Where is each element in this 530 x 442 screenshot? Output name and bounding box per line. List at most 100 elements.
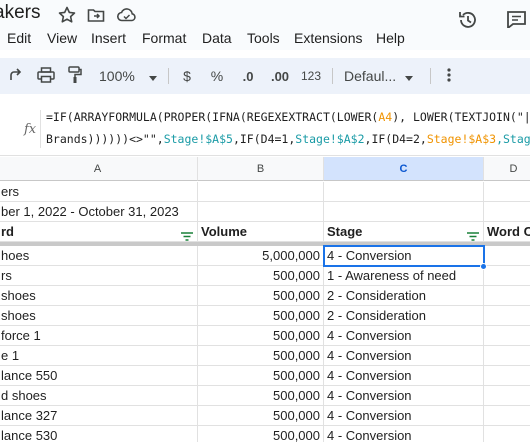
toolbar-divider — [430, 68, 431, 84]
currency-format-button[interactable]: $ — [178, 58, 196, 94]
cell-d[interactable] — [484, 366, 530, 386]
cell-a[interactable]: ber 1, 2022 - October 31, 2023 — [0, 202, 198, 222]
zoom-select[interactable]: 100% — [94, 58, 160, 94]
menu-extensions[interactable]: Extensions — [294, 30, 362, 46]
cell-c[interactable] — [324, 202, 484, 222]
filter-icon[interactable] — [181, 227, 193, 241]
cell-b[interactable] — [198, 182, 324, 202]
cell-b[interactable]: 500,000 — [198, 286, 324, 306]
cell-a[interactable]: hoes — [0, 246, 198, 266]
cell-b[interactable]: 500,000 — [198, 266, 324, 286]
cell-a[interactable]: ers — [0, 182, 198, 202]
move-to-folder-icon[interactable] — [86, 5, 108, 27]
cell-text: 4 - Conversion — [327, 428, 412, 442]
menu-insert[interactable]: Insert — [91, 30, 126, 46]
cell-text: 500,000 — [273, 388, 320, 403]
cell-a[interactable]: lance 550 — [0, 366, 198, 386]
print-icon — [37, 66, 55, 86]
cell-c[interactable]: 2 - Consideration — [324, 306, 484, 326]
cell-d[interactable] — [484, 286, 530, 306]
menu-format[interactable]: Format — [142, 30, 186, 46]
cell-c[interactable] — [324, 182, 484, 202]
cell-text: 500,000 — [273, 428, 320, 442]
fill-handle[interactable] — [480, 263, 487, 270]
cell-c[interactable]: 4 - Conversion — [324, 426, 484, 442]
cell-a[interactable]: shoes — [0, 306, 198, 326]
cell-text: 4 - Conversion — [327, 368, 412, 383]
cell-a[interactable]: shoes — [0, 286, 198, 306]
cell-text: 500,000 — [273, 328, 320, 343]
zoom-value: 100% — [99, 68, 135, 84]
cell-b[interactable]: 500,000 — [198, 346, 324, 366]
cell-c[interactable]: 1 - Awareness of need — [324, 266, 484, 286]
header-cell-c[interactable]: Stage — [324, 222, 484, 242]
cell-b[interactable]: 500,000 — [198, 386, 324, 406]
cell-text: Stage — [327, 224, 363, 239]
cell-d[interactable] — [484, 426, 530, 442]
cell-c[interactable]: 4 - Conversion — [324, 406, 484, 426]
cell-c[interactable]: 4 - Conversion — [324, 386, 484, 406]
cell-d[interactable] — [484, 182, 530, 202]
header-cell-a[interactable]: rd — [0, 222, 198, 242]
cell-b[interactable]: 500,000 — [198, 306, 324, 326]
spreadsheet-grid[interactable]: A B C D ers ber 1, 2022 - October 31, 202… — [0, 157, 530, 442]
header-cell-b[interactable]: Volume — [198, 222, 324, 242]
header-cell-d[interactable]: Word C — [484, 222, 530, 242]
column-header-d[interactable]: D — [484, 157, 530, 181]
cell-d[interactable] — [484, 346, 530, 366]
redo-button[interactable] — [4, 58, 26, 94]
cell-b[interactable]: 5,000,000 — [198, 246, 324, 266]
menu-view[interactable]: View — [47, 30, 77, 46]
cell-d[interactable] — [484, 406, 530, 426]
cell-a[interactable]: force 1 — [0, 326, 198, 346]
cell-b[interactable]: 500,000 — [198, 406, 324, 426]
cell-b[interactable]: 500,000 — [198, 366, 324, 386]
cell-c[interactable]: 2 - Consideration — [324, 286, 484, 306]
percent-format-button[interactable]: % — [207, 58, 227, 94]
decrease-decimal-button[interactable]: .0 — [236, 58, 260, 94]
cell-a[interactable]: lance 327 — [0, 406, 198, 426]
cell-b[interactable]: 500,000 — [198, 426, 324, 442]
formula-input-line-2[interactable]: Brands))))))<>"",Stage!$A$5,IF(D4=1,Stag… — [46, 132, 530, 146]
more-options-button[interactable] — [440, 58, 458, 94]
star-icon[interactable] — [57, 5, 79, 27]
cloud-status-icon[interactable] — [116, 5, 138, 27]
cell-a[interactable]: rs — [0, 266, 198, 286]
cell-b[interactable] — [198, 202, 324, 222]
cell-text: lance 550 — [1, 368, 58, 383]
menu-data[interactable]: Data — [202, 30, 232, 46]
title-bar: akers — [0, 0, 530, 30]
cell-d[interactable] — [484, 202, 530, 222]
cell-a[interactable]: e 1 — [0, 346, 198, 366]
cell-b[interactable]: 500,000 — [198, 326, 324, 346]
cell-text: Word C — [487, 224, 530, 239]
freeze-divider[interactable] — [0, 242, 530, 246]
column-header-c[interactable]: C — [324, 157, 484, 181]
cell-a[interactable]: d shoes — [0, 386, 198, 406]
menu-edit[interactable]: Edit — [7, 30, 31, 46]
cell-d[interactable] — [484, 386, 530, 406]
decrease-decimal-label: .0 — [242, 68, 254, 84]
cell-d[interactable] — [484, 306, 530, 326]
cell-d[interactable] — [484, 326, 530, 346]
font-select[interactable]: Defaul... — [338, 58, 422, 94]
cell-d[interactable] — [484, 246, 530, 266]
formula-input-line-1[interactable]: =IF(ARRAYFORMULA(PROPER(IFNA(REGEXEXTRAC… — [46, 110, 530, 124]
cell-c[interactable]: 4 - Conversion — [324, 246, 484, 266]
toolbar-divider — [168, 68, 169, 84]
paint-format-button[interactable] — [64, 58, 86, 94]
filter-icon[interactable] — [467, 227, 479, 241]
document-title[interactable]: akers — [0, 2, 40, 24]
cell-c[interactable]: 4 - Conversion — [324, 346, 484, 366]
increase-decimal-button[interactable]: .00 — [267, 58, 293, 94]
cell-a[interactable]: lance 530 — [0, 426, 198, 442]
print-button[interactable] — [34, 58, 58, 94]
column-header-b[interactable]: B — [198, 157, 324, 181]
cell-c[interactable]: 4 - Conversion — [324, 326, 484, 346]
cell-d[interactable] — [484, 266, 530, 286]
menu-tools[interactable]: Tools — [247, 30, 280, 46]
cell-c[interactable]: 4 - Conversion — [324, 366, 484, 386]
column-header-a[interactable]: A — [0, 157, 198, 181]
number-format-button[interactable]: 123 — [299, 58, 323, 94]
menu-help[interactable]: Help — [376, 30, 405, 46]
